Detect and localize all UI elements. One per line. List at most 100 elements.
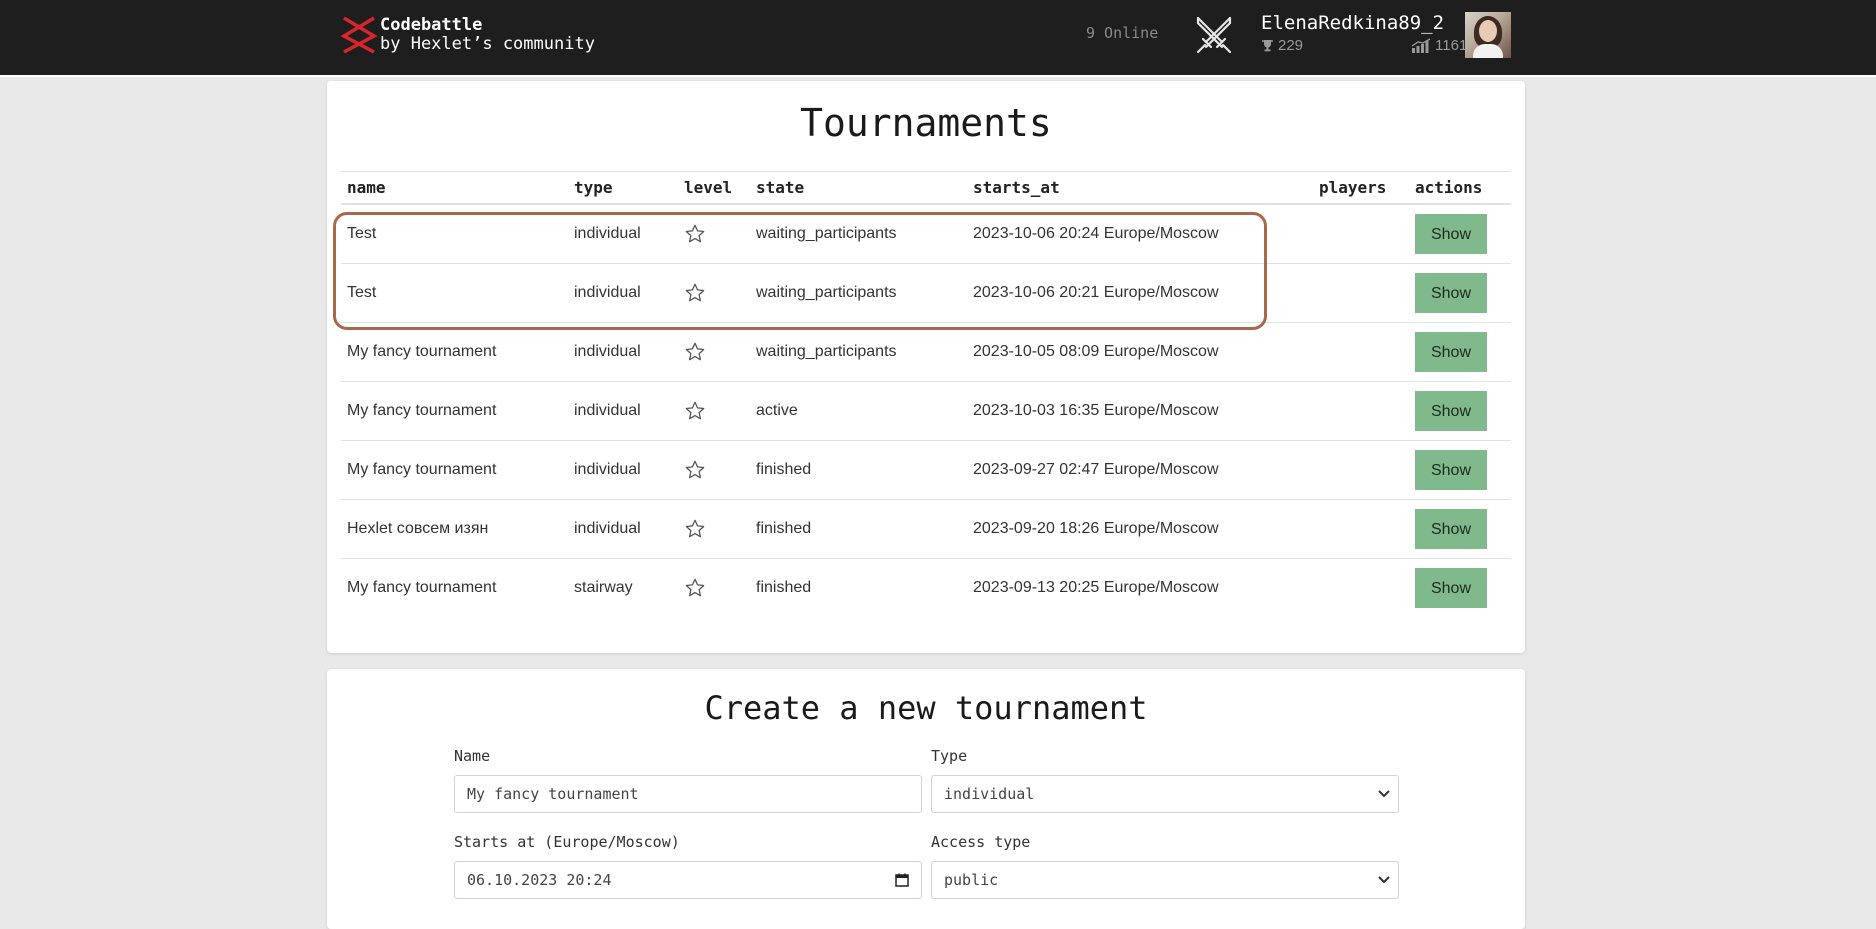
cell-state: waiting_participants (750, 204, 967, 264)
cell-starts-at: 2023-10-06 20:21 Europe/Moscow (967, 263, 1313, 323)
navbar: Codebattle by Hexlet’s community 9 Onlin… (0, 0, 1876, 77)
type-label: Type (931, 747, 968, 765)
table-row: Test individual waiting_participants 2023-1… (341, 263, 1511, 323)
tournaments-table: name type level state starts_at players … (341, 171, 1511, 617)
show-button[interactable]: Show (1415, 450, 1487, 490)
cell-starts-at: 2023-09-13 20:25 Europe/Moscow (973, 579, 1219, 596)
starts-at-label: Starts at (Europe/Moscow) (454, 833, 680, 851)
cell-name: My fancy tournament (341, 322, 568, 382)
access-type-label: Access type (931, 833, 1031, 851)
rating-count: 1161 (1435, 37, 1468, 54)
brand-link[interactable]: Codebattle by Hexlet’s community (340, 14, 595, 56)
tournaments-card: Tournaments name type level state starts… (327, 81, 1525, 653)
cell-level (678, 381, 750, 441)
cell-players (1313, 322, 1409, 382)
table-row: My fancy tournament stairway finished 2023-… (341, 559, 1511, 618)
cell-starts-at: 2023-10-06 20:24 Europe/Moscow (967, 204, 1313, 264)
cell-players (1313, 263, 1409, 323)
cell-state: waiting_participants (750, 322, 967, 382)
cell-state: finished (756, 579, 812, 596)
show-button[interactable]: Show (1415, 568, 1487, 608)
create-tournament-title: Create a new tournament (704, 689, 1148, 727)
access-type-select[interactable]: public (931, 861, 1399, 899)
starts-at-value: 06.10.2023 20:24 (467, 871, 612, 889)
cell-type: stairway (574, 579, 633, 596)
trophy-stat: 229 (1261, 37, 1303, 54)
cell-name: Test (341, 204, 568, 264)
cell-level (678, 440, 750, 500)
show-button[interactable]: Show (1415, 214, 1487, 254)
calendar-icon[interactable] (895, 873, 909, 887)
cell-players (1313, 440, 1409, 500)
cell-starts-at: 2023-09-27 02:47 Europe/Moscow (967, 440, 1313, 500)
access-type-value: public (944, 871, 999, 889)
column-header-level[interactable]: level (678, 171, 750, 205)
cell-actions: Show (1409, 381, 1511, 441)
cell-players (1313, 499, 1409, 559)
table-row: Test individual waiting_participants 2023-1… (341, 204, 1511, 264)
show-button[interactable]: Show (1415, 509, 1487, 549)
chevron-down-icon (1378, 876, 1390, 884)
cell-actions: Show (1409, 440, 1511, 500)
codebattle-logo-icon (340, 16, 378, 54)
chevron-down-icon (1378, 790, 1390, 798)
column-header-actions: actions (1409, 171, 1511, 205)
show-button[interactable]: Show (1415, 391, 1487, 431)
cell-level (678, 263, 750, 323)
cell-starts-at: 2023-10-05 08:09 Europe/Moscow (967, 322, 1313, 382)
column-header-players[interactable]: players (1313, 171, 1409, 205)
cell-type: individual (568, 381, 678, 441)
cell-actions: Show (1409, 263, 1511, 323)
rating-stat: 1161 (1411, 37, 1467, 54)
user-block[interactable]: ElenaRedkina89_2 229 1161 (1261, 12, 1467, 54)
cell-type: individual (568, 499, 678, 559)
cell-starts-at: 2023-10-03 16:35 Europe/Moscow (967, 381, 1313, 441)
cell-level (678, 559, 750, 618)
cell-level (678, 322, 750, 382)
star-icon (685, 283, 705, 302)
cell-actions: Show (1409, 322, 1511, 382)
page-title: Tournaments (800, 101, 1052, 145)
cell-name: My fancy tournament (341, 381, 568, 441)
star-icon (685, 224, 705, 243)
table-row: My fancy tournament individual active 2023-… (341, 381, 1511, 441)
column-header-type[interactable]: type (568, 171, 678, 205)
column-header-state[interactable]: state (750, 171, 967, 205)
cell-actions: Show (1409, 499, 1511, 559)
table-row: My fancy tournament individual waiting_par… (341, 322, 1511, 382)
avatar[interactable] (1465, 12, 1511, 58)
starts-at-input[interactable]: 06.10.2023 20:24 (454, 861, 922, 899)
cell-players (1313, 559, 1409, 618)
cell-starts-at: 2023-09-20 18:26 Europe/Moscow (967, 499, 1313, 559)
cell-type: individual (568, 263, 678, 323)
type-select[interactable]: individual (931, 775, 1399, 813)
star-icon (685, 401, 705, 420)
brand-text: Codebattle by Hexlet’s community (380, 16, 595, 54)
cell-name: My fancy tournament (341, 440, 568, 500)
cell-state: finished (750, 499, 967, 559)
star-icon (685, 519, 705, 538)
cell-name: Test (341, 263, 568, 323)
show-button[interactable]: Show (1415, 332, 1487, 372)
user-name[interactable]: ElenaRedkina89_2 (1261, 12, 1467, 34)
name-input[interactable]: My fancy tournament (454, 775, 922, 813)
show-button[interactable]: Show (1415, 273, 1487, 313)
column-header-name[interactable]: name (341, 171, 568, 205)
crossed-swords-icon[interactable] (1192, 14, 1236, 58)
cell-level (678, 204, 750, 264)
star-icon (685, 578, 705, 597)
star-icon (685, 342, 705, 361)
cell-state: active (750, 381, 967, 441)
online-count[interactable]: 9 Online (1086, 24, 1158, 42)
create-tournament-card: Create a new tournament Name My fancy to… (327, 669, 1525, 929)
cell-state: waiting_participants (750, 263, 967, 323)
table-header-row: name type level state starts_at players … (341, 171, 1511, 205)
type-select-value: individual (944, 785, 1035, 803)
cell-type: individual (568, 322, 678, 382)
table-row: My fancy tournament individual finished 202… (341, 440, 1511, 500)
cell-name: Hexlet совсем изян (341, 499, 568, 559)
column-header-starts-at[interactable]: starts_at (967, 171, 1313, 205)
cell-players (1313, 381, 1409, 441)
cell-state: finished (750, 440, 967, 500)
trophy-icon (1262, 40, 1273, 52)
